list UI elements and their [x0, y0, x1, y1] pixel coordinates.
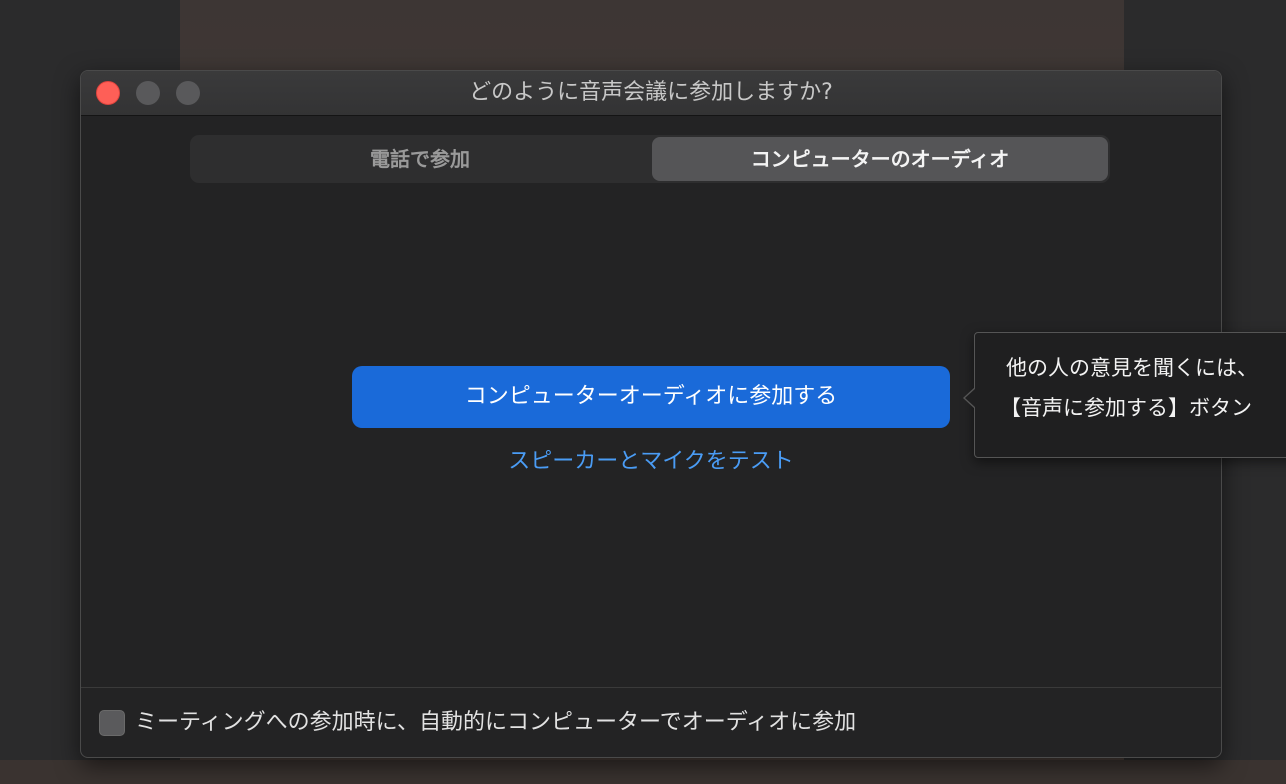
tab-phone-call[interactable]: 電話で参加 [192, 137, 648, 181]
tooltip-text-line-2: 【音声に参加する】ボタン [1000, 396, 1252, 420]
title-bar[interactable]: どのように音声会議に参加しますか? [81, 71, 1221, 116]
window-title: どのように音声会議に参加しますか? [469, 80, 833, 105]
test-speaker-mic-link[interactable]: スピーカーとマイクをテスト [351, 443, 951, 475]
tooltip-arrow-fill [965, 388, 976, 408]
auto-join-audio-checkbox[interactable] [99, 710, 125, 736]
tooltip-text-line-1: 他の人の意見を聞くには、 [1006, 356, 1258, 380]
join-computer-audio-button[interactable]: コンピューターオーディオに参加する [352, 366, 950, 428]
tab-computer-audio[interactable]: コンピューターのオーディオ [652, 137, 1108, 181]
audio-mode-tabs: 電話で参加 コンピューターのオーディオ [190, 135, 1110, 183]
background-bottom-strip [0, 760, 1286, 784]
footer-divider [81, 687, 1221, 688]
auto-join-audio-label[interactable]: ミーティングへの参加時に、自動的にコンピューターでオーディオに参加 [135, 707, 856, 739]
